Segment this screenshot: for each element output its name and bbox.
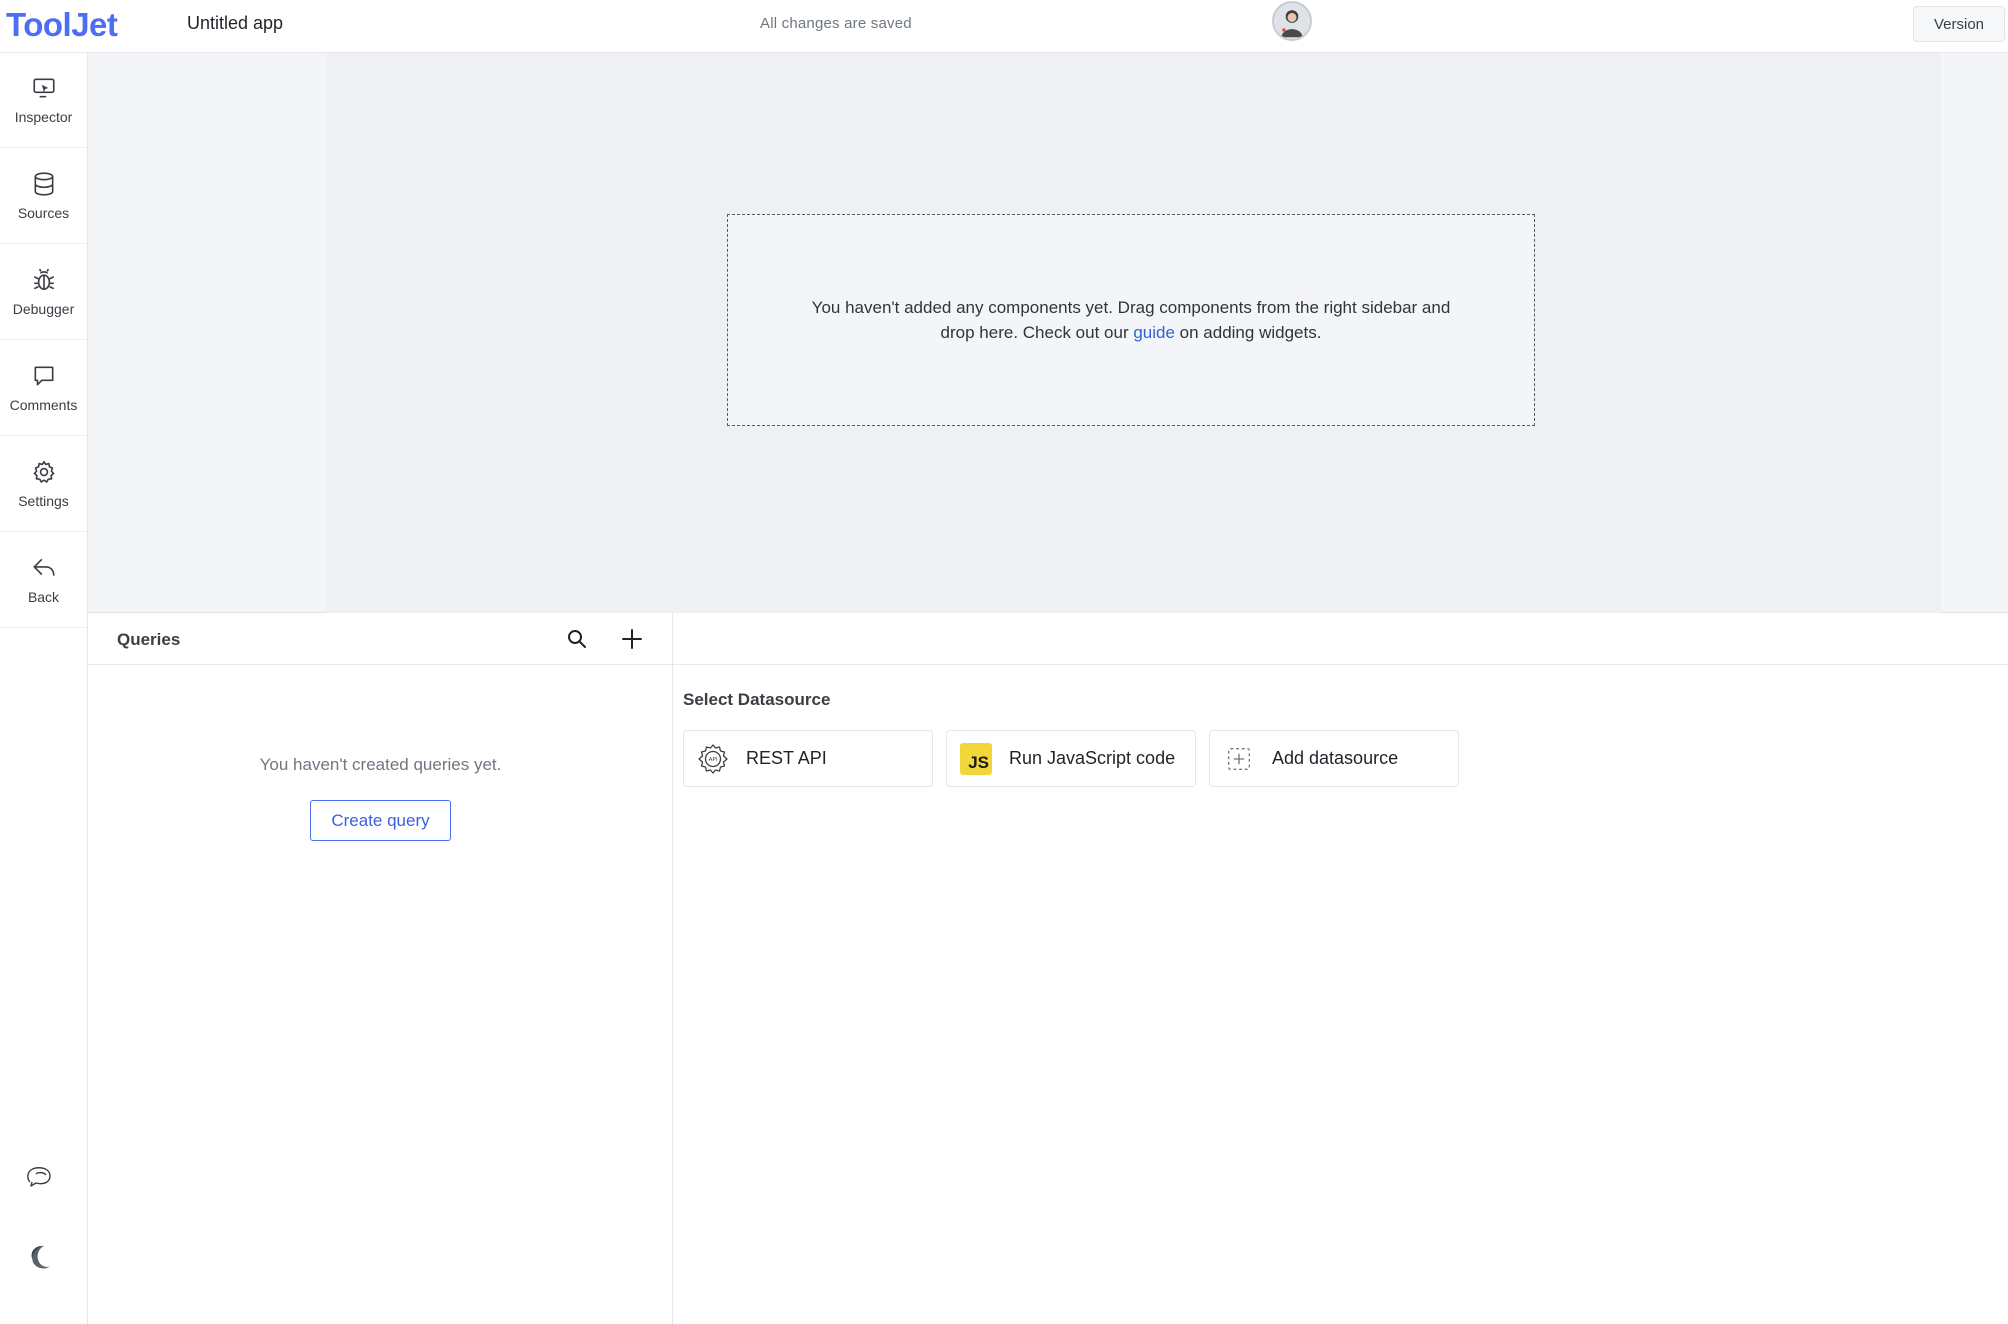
chat-support-icon [27,1167,51,1187]
save-status: All changes are saved [760,15,912,32]
app-canvas[interactable]: You haven't added any components yet. Dr… [326,53,1941,613]
database-icon [34,172,53,196]
sidebar-item-settings[interactable]: Settings [0,437,87,532]
inspector-icon [32,78,55,98]
top-header: ToolJet Untitled app All changes are sav… [0,0,2008,53]
sidebar-item-label: Debugger [12,301,75,317]
sidebar-item-label: Sources [17,205,70,221]
datasource-label: Run JavaScript code [1009,748,1176,768]
component-drop-zone[interactable]: You haven't added any components yet. Dr… [727,214,1535,426]
api-gear-icon: API [697,743,729,775]
app-name[interactable]: Untitled app [187,13,283,34]
comment-icon [34,366,53,386]
datasource-rest-api[interactable]: API REST API [683,730,933,787]
tooljet-logo[interactable]: ToolJet [6,6,118,44]
queries-title: Queries [117,630,181,649]
empty-canvas-message: You haven't added any components yet. Dr… [801,295,1461,345]
add-datasource-icon [1223,743,1255,775]
avatar-icon [1274,3,1310,39]
datasource-panel: Select Datasource API REST API JS Run Ja… [673,613,2008,1324]
gear-icon [33,460,54,483]
search-icon [568,630,586,648]
sidebar-item-label: Settings [18,493,69,509]
sidebar-item-comments[interactable]: Comments [0,341,87,436]
datasource-run-javascript[interactable]: JS Run JavaScript code [946,730,1196,787]
sidebar-item-sources[interactable]: Sources [0,149,87,244]
left-sidebar: Inspector Sources Debugger Comments Sett… [0,53,88,1324]
sidebar-item-label: Comments [9,397,78,413]
moon-icon [31,1245,50,1269]
search-queries-button[interactable] [564,626,590,652]
empty-canvas-text-end: on adding widgets. [1174,323,1322,342]
empty-queries-message: You haven't created queries yet. [259,755,502,774]
datasource-label: Add datasource [1272,748,1399,768]
avatar[interactable] [1272,1,1312,41]
sidebar-item-label: Inspector [14,109,73,125]
back-arrow-icon [32,558,55,576]
sidebar-item-inspector[interactable]: Inspector [0,53,87,148]
plus-icon [622,629,642,649]
guide-link[interactable]: guide [1133,323,1175,342]
version-button[interactable]: Version [1913,6,2005,42]
canvas-area: You haven't added any components yet. Dr… [88,53,2008,613]
queries-panel: Queries You haven't created queries yet.… [88,613,673,1324]
js-icon: JS [960,742,992,775]
sidebar-item-label: Back [27,589,60,605]
sidebar-item-back[interactable]: Back [0,533,87,628]
dark-mode-toggle[interactable] [22,1239,58,1275]
js-badge: JS [960,742,992,775]
add-query-button[interactable] [619,626,645,652]
empty-canvas-text: You haven't added any components yet. Dr… [811,298,1451,342]
sidebar-item-debugger[interactable]: Debugger [0,245,87,340]
svg-text:API: API [709,757,718,763]
bug-icon [33,268,54,291]
query-editor-header [673,613,2008,665]
chat-support-button[interactable] [22,1158,58,1194]
create-query-button[interactable]: Create query [310,800,451,841]
datasource-label: REST API [746,748,827,768]
datasource-add[interactable]: Add datasource [1209,730,1459,787]
select-datasource-title: Select Datasource [683,690,831,709]
queries-header: Queries [88,613,673,665]
